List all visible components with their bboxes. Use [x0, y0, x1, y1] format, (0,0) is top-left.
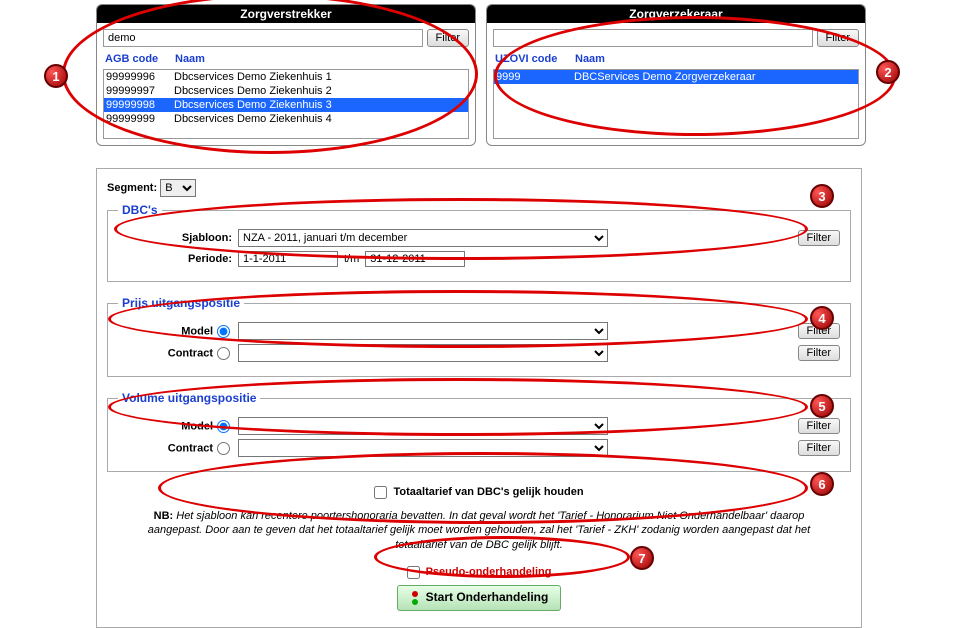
zorgverzekeraar-filter-input[interactable] — [493, 29, 813, 47]
totaaltarief-checkbox-label[interactable]: Totaaltarief van DBC's gelijk houden — [374, 486, 583, 498]
annotation-badge-1: 1 — [44, 64, 68, 88]
volume-contract-label: Contract — [168, 442, 213, 454]
col-naam: Naam — [175, 53, 205, 65]
pseudo-checkbox-label[interactable]: Pseudo-onderhandeling — [407, 566, 552, 578]
zorgverstrekker-list[interactable]: 99999996Dbcservices Demo Ziekenhuis 1 99… — [103, 69, 469, 139]
start-onderhandeling-button[interactable]: Start Onderhandeling — [397, 585, 562, 611]
annotation-badge-7: 7 — [630, 546, 654, 570]
segment-select[interactable]: B — [160, 179, 196, 197]
annotation-badge-5: 5 — [810, 394, 834, 418]
periode-from-input[interactable] — [238, 251, 338, 267]
zorgverzekeraar-list[interactable]: 9999DBCServices Demo Zorgverzekeraar — [493, 69, 859, 139]
volume-model-radio[interactable] — [217, 420, 230, 433]
col-uzovi-code: UZOVI code — [495, 53, 575, 65]
sjabloon-filter-button[interactable]: Filter — [798, 230, 840, 246]
prijs-contract-select[interactable] — [238, 344, 608, 362]
zorgverzekeraar-title: Zorgverzekeraar — [487, 5, 865, 23]
annotation-badge-4: 4 — [810, 306, 834, 330]
prijs-model-select[interactable] — [238, 322, 608, 340]
volume-model-label: Model — [181, 420, 213, 432]
volume-model-filter-button[interactable]: Filter — [798, 418, 840, 434]
volume-legend: Volume uitgangspositie — [118, 391, 260, 405]
prijs-model-radio[interactable] — [217, 325, 230, 338]
prijs-contract-label: Contract — [168, 347, 213, 359]
zorgverzekeraar-filter-button[interactable]: Filter — [817, 29, 859, 47]
prijs-contract-filter-button[interactable]: Filter — [798, 345, 840, 361]
prijs-model-label: Model — [181, 325, 213, 337]
zorgverstrekker-filter-input[interactable] — [103, 29, 423, 47]
main-form: Segment: B DBC's Sjabloon: NZA - 2011, j… — [96, 168, 862, 628]
traffic-light-icon — [410, 589, 420, 607]
annotation-badge-2: 2 — [876, 60, 900, 84]
zorgverzekeraar-panel: Zorgverzekeraar Filter UZOVI code Naam 9… — [486, 4, 866, 146]
annotation-badge-6: 6 — [810, 472, 834, 496]
periode-to-input[interactable] — [365, 251, 465, 267]
volume-contract-filter-button[interactable]: Filter — [798, 440, 840, 456]
sjabloon-label: Sjabloon: — [118, 232, 238, 244]
prijs-legend: Prijs uitgangspositie — [118, 296, 244, 310]
periode-label: Periode: — [118, 253, 238, 265]
prijs-fieldset: Prijs uitgangspositie Model Filter Contr… — [107, 296, 851, 377]
nb-note: NB: Het sjabloon kan recentere poortersh… — [107, 505, 851, 556]
volume-contract-radio[interactable] — [217, 442, 230, 455]
annotation-badge-3: 3 — [810, 184, 834, 208]
segment-label: Segment: — [107, 182, 157, 194]
totaaltarief-checkbox[interactable] — [374, 486, 387, 499]
dbcs-fieldset: DBC's Sjabloon: NZA - 2011, januari t/m … — [107, 203, 851, 282]
pseudo-checkbox[interactable] — [407, 566, 420, 579]
prijs-contract-radio[interactable] — [217, 347, 230, 360]
zorgverstrekker-filter-button[interactable]: Filter — [427, 29, 469, 47]
zorgverstrekker-title: Zorgverstrekker — [97, 5, 475, 23]
col-agb-code: AGB code — [105, 53, 175, 65]
periode-sep: t/m — [338, 253, 365, 265]
volume-fieldset: Volume uitgangspositie Model Filter Cont… — [107, 391, 851, 472]
zorgverstrekker-panel: Zorgverstrekker Filter AGB code Naam 999… — [96, 4, 476, 146]
sjabloon-select[interactable]: NZA - 2011, januari t/m december — [238, 229, 608, 247]
volume-contract-select[interactable] — [238, 439, 608, 457]
col-naam-2: Naam — [575, 53, 605, 65]
volume-model-select[interactable] — [238, 417, 608, 435]
dbcs-legend: DBC's — [118, 203, 162, 217]
